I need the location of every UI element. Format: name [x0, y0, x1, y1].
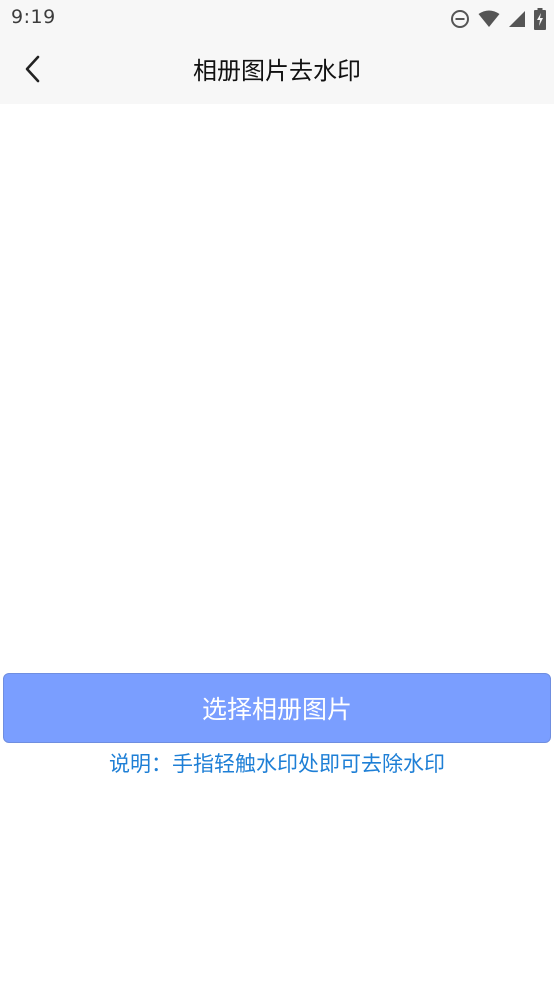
- do-not-disturb-icon: [450, 9, 470, 29]
- page-title: 相册图片去水印: [193, 57, 361, 85]
- status-bar: 9:19: [0, 0, 554, 38]
- battery-charging-icon: [534, 8, 546, 30]
- title-bar: 相册图片去水印: [0, 38, 554, 104]
- select-album-image-button[interactable]: 选择相册图片: [3, 673, 551, 743]
- back-button[interactable]: [10, 48, 56, 94]
- instruction-text: 说明：手指轻触水印处即可去除水印: [109, 752, 445, 776]
- status-time: 9:19: [11, 6, 56, 28]
- chevron-left-icon: [23, 54, 43, 88]
- signal-icon: [508, 10, 526, 28]
- wifi-icon: [478, 10, 500, 28]
- status-icons: [450, 7, 546, 31]
- image-preview-area[interactable]: [0, 104, 554, 670]
- select-button-label: 选择相册图片: [201, 695, 352, 724]
